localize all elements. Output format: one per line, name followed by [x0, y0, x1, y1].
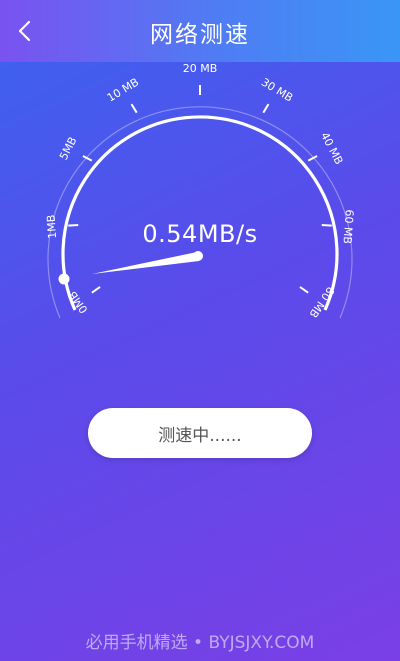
header-bar: 网络测速 — [0, 0, 400, 62]
gauge-outer-ring — [47, 106, 353, 319]
gauge-needle — [92, 251, 203, 274]
gauge-tick — [299, 286, 309, 294]
page-title: 网络测速 — [150, 22, 250, 48]
gauge-tick — [130, 103, 138, 114]
gauge-tick-label: 80 MB — [306, 284, 336, 320]
speed-gauge: 0MB1MB5MB10 MB20 MB30 MB40 MB60 MB80 MB — [45, 62, 356, 320]
gauge-main-arc — [61, 115, 339, 311]
watermark-text: 必用手机精选 • BYJSJXY.COM — [85, 633, 315, 653]
gauge-tick — [262, 103, 270, 114]
speed-readout: 0.54MB/s — [142, 220, 258, 248]
gauge-tick-label: 20 MB — [183, 62, 218, 75]
gauge-tick-label: 5MB — [57, 135, 80, 162]
gauge-tick-label: 30 MB — [259, 76, 295, 105]
gauge-progress-dot — [58, 273, 70, 285]
testing-status-label: 测速中...... — [158, 425, 242, 446]
speed-test-screen: 网络测速 0MB 1MB 5MB 10 MB 20 MB 30 MB 40 MB 60 MB 8… — [0, 0, 400, 661]
gauge-tick-label: 10 MB — [105, 76, 141, 105]
gauge-tick-labels: 0MB1MB5MB10 MB20 MB30 MB40 MB60 MB80 MB — [45, 62, 356, 320]
gauge-tick-label: 40 MB — [318, 130, 345, 167]
gauge-tick — [91, 286, 101, 294]
testing-status-button[interactable]: 测速中...... — [88, 408, 312, 458]
